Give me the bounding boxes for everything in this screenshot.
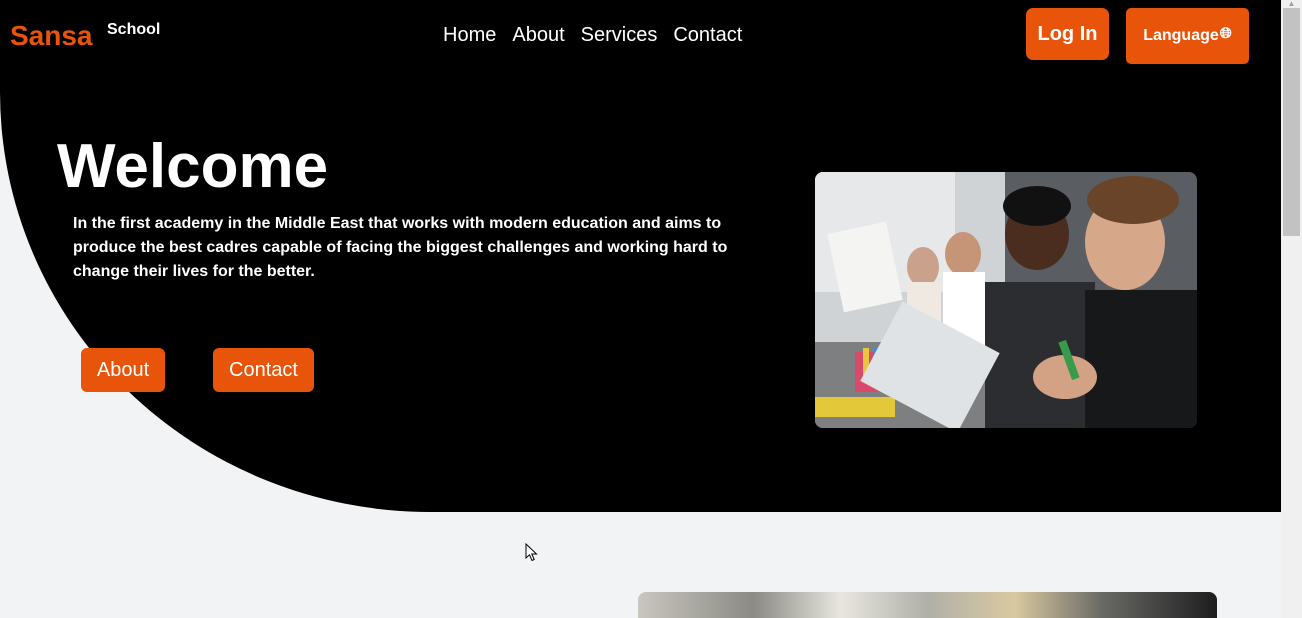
nav-about[interactable]: About	[512, 24, 564, 47]
vertical-scrollbar[interactable]: ▲	[1281, 0, 1302, 618]
language-button[interactable]: Language 🌐︎	[1126, 8, 1249, 64]
hero-about-button[interactable]: About	[81, 348, 165, 392]
hero-image	[815, 172, 1197, 428]
language-label: Language	[1143, 27, 1219, 44]
section-image	[638, 592, 1217, 618]
hero-title: Welcome	[57, 132, 329, 201]
mouse-cursor-icon	[525, 543, 538, 562]
scroll-thumb[interactable]	[1283, 8, 1300, 236]
main-nav: Home About Services Contact	[443, 24, 758, 47]
nav-home[interactable]: Home	[443, 24, 496, 47]
login-button[interactable]: Log In	[1026, 8, 1109, 60]
hero-contact-button[interactable]: Contact	[213, 348, 314, 392]
nav-contact[interactable]: Contact	[673, 24, 742, 47]
nav-services[interactable]: Services	[581, 24, 658, 47]
scroll-up-arrow-icon[interactable]: ▲	[1286, 0, 1297, 8]
page: Sansa School Home About Services Contact…	[0, 0, 1281, 618]
globe-icon: 🌐︎	[1219, 24, 1232, 42]
brand-subtitle: School	[107, 21, 161, 38]
brand-name: Sansa	[10, 20, 93, 51]
hero-description: In the first academy in the Middle East …	[73, 215, 728, 280]
